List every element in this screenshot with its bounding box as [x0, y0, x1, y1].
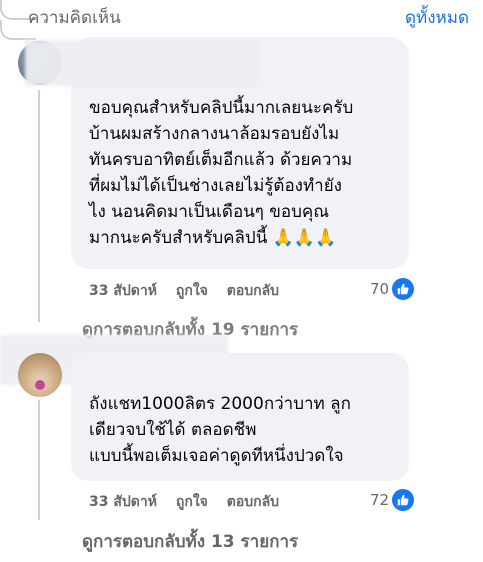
like-icon — [391, 277, 416, 301]
view-replies-link[interactable]: ดูการตอบกลับทั้ง 13 รายการ — [82, 528, 298, 555]
comment-timestamp[interactable]: 33 สัปดาห์ — [89, 283, 157, 299]
comment-text: ถังแชท1000ลิตร 2000กว่าบาท ลูก เดียวจบใช… — [89, 394, 351, 466]
reaction-summary[interactable]: 72 — [370, 488, 416, 512]
like-button[interactable]: ถูกใจ — [176, 283, 208, 299]
reply-button[interactable]: ตอบกลับ — [227, 494, 279, 510]
comment-text: ขอบคุณสำหรับคลิปนี้มากเลยนะครับ บ้านผมสร… — [89, 98, 354, 248]
redacted-name — [25, 40, 257, 86]
see-all-link[interactable]: ดูทั้งหมด — [405, 4, 469, 31]
reply-button[interactable]: ตอบกลับ — [227, 283, 279, 299]
thread-line — [38, 90, 40, 322]
like-button[interactable]: ถูกใจ — [176, 494, 208, 510]
reaction-summary[interactable]: 70 — [370, 277, 416, 301]
comment-actions: 33 สัปดาห์ ถูกใจ ตอบกลับ — [89, 280, 293, 302]
thread-line — [38, 400, 40, 520]
like-icon — [391, 488, 416, 512]
comments-heading: ความคิดเห็น — [28, 8, 121, 28]
reaction-count: 72 — [370, 491, 390, 509]
comment-timestamp[interactable]: 33 สัปดาห์ — [89, 494, 157, 510]
avatar[interactable] — [18, 353, 62, 397]
comment-actions: 33 สัปดาห์ ถูกใจ ตอบกลับ — [89, 491, 293, 513]
reaction-count: 70 — [370, 280, 390, 298]
